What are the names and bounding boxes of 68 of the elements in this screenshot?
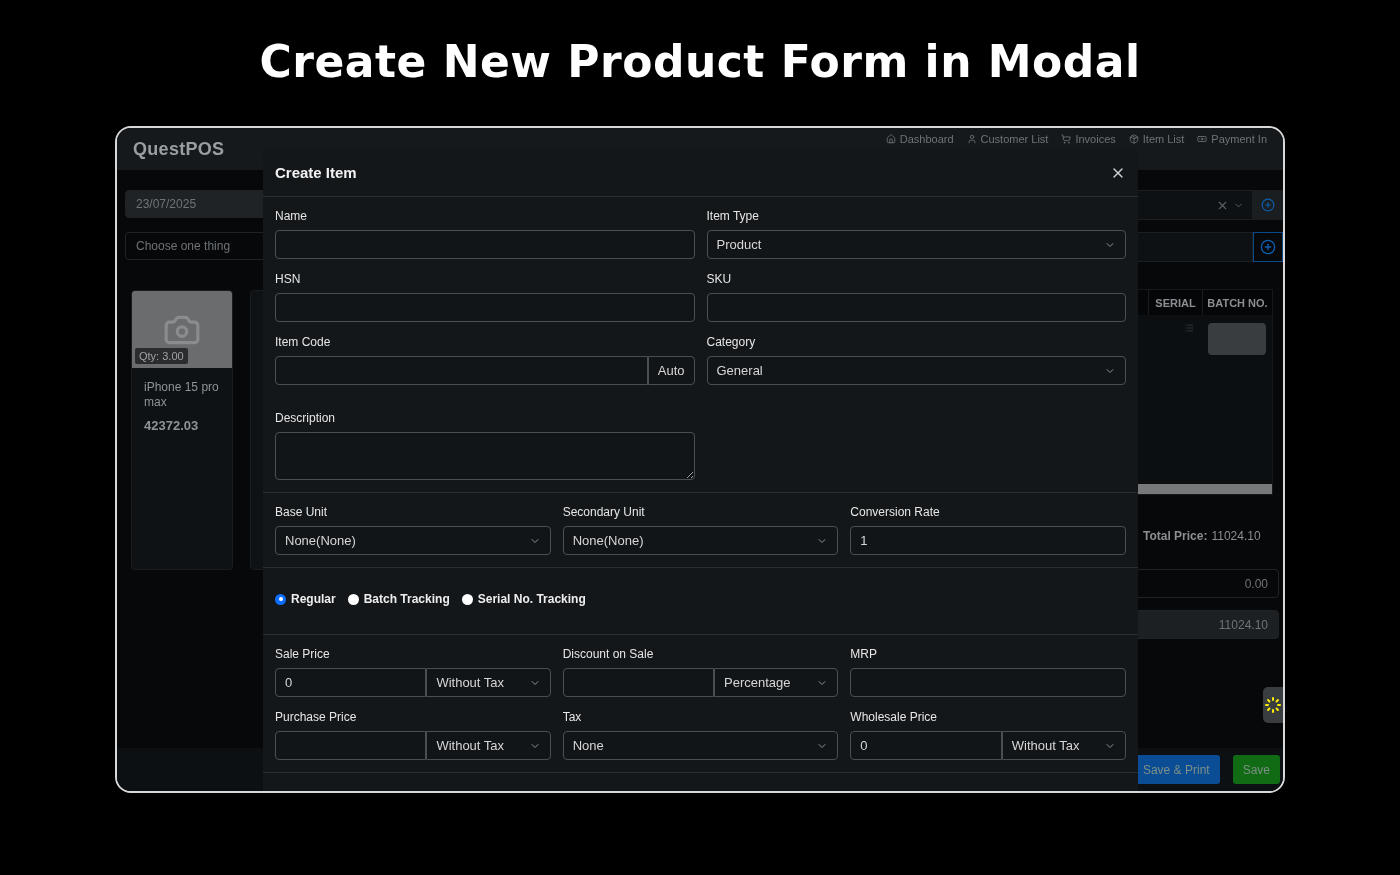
nav-link[interactable]: Dashboard bbox=[885, 133, 954, 145]
nav-link[interactable]: Item List bbox=[1128, 133, 1185, 145]
field-label: SKU bbox=[706, 272, 733, 286]
text-field[interactable]: 0 bbox=[275, 668, 427, 697]
field-label: Name bbox=[275, 209, 308, 223]
text-field[interactable]: 1 bbox=[850, 526, 1126, 555]
plus-icon bbox=[1260, 239, 1276, 255]
product-name: iPhone 15 pro max bbox=[144, 380, 220, 410]
banknote-icon bbox=[1197, 134, 1208, 144]
select-field[interactable]: Without Tax bbox=[1001, 731, 1126, 760]
field-label: Conversion Rate bbox=[850, 505, 941, 519]
text-field[interactable]: 0 bbox=[850, 731, 1002, 760]
nav-link[interactable]: Customer List bbox=[966, 133, 1049, 145]
field-label: Base Unit bbox=[275, 505, 329, 519]
select-field[interactable]: General bbox=[706, 356, 1126, 385]
home-icon bbox=[885, 134, 896, 144]
radio-option[interactable]: Regular bbox=[275, 592, 336, 606]
field-label: Purchase Price bbox=[275, 710, 358, 724]
column-header: BATCH NO. bbox=[1202, 290, 1272, 315]
text-field[interactable] bbox=[275, 293, 695, 322]
select-field[interactable]: Without Tax bbox=[426, 668, 551, 697]
select-field[interactable]: Product bbox=[706, 230, 1126, 259]
brand-name: QuestPOS bbox=[133, 138, 226, 160]
user-icon bbox=[966, 134, 977, 144]
text-field[interactable] bbox=[706, 293, 1126, 322]
text-field[interactable] bbox=[275, 731, 427, 760]
select-field[interactable]: None(None) bbox=[275, 526, 551, 555]
page-title: Create New Product Form in Modal bbox=[259, 35, 1141, 89]
add-button[interactable] bbox=[1253, 232, 1283, 262]
field-label: Item Code bbox=[275, 335, 332, 349]
select-field[interactable]: None bbox=[562, 731, 839, 760]
field-label: Category bbox=[706, 335, 757, 349]
select-field[interactable]: None(None) bbox=[562, 526, 839, 555]
text-field[interactable] bbox=[275, 230, 695, 259]
field-label: Wholesale Price bbox=[850, 710, 939, 724]
box-icon bbox=[1128, 134, 1139, 144]
nav-link[interactable]: Payment In bbox=[1197, 133, 1267, 145]
product-card[interactable]: Qty: 3.00 iPhone 15 pro max 42372.03 bbox=[131, 290, 233, 570]
radio-option[interactable]: Serial No. Tracking bbox=[461, 592, 586, 606]
field-label: Sale Price bbox=[275, 647, 331, 661]
spinner-icon bbox=[1265, 697, 1281, 713]
batch-field[interactable] bbox=[1208, 323, 1266, 355]
help-widget[interactable] bbox=[1263, 687, 1283, 723]
text-field[interactable] bbox=[275, 356, 648, 385]
field-label: Secondary Unit bbox=[562, 505, 646, 519]
field-label: Tax bbox=[562, 710, 583, 724]
auto-button[interactable]: Auto bbox=[647, 356, 695, 385]
plus-icon bbox=[1261, 198, 1275, 212]
nav-link[interactable]: Invoices bbox=[1061, 133, 1116, 145]
qty-badge: Qty: 3.00 bbox=[135, 348, 188, 364]
total-label: Total Price: bbox=[1143, 529, 1208, 543]
textarea-field[interactable] bbox=[275, 432, 695, 480]
product-price: 42372.03 bbox=[144, 418, 200, 433]
field-label: Discount on Sale bbox=[562, 647, 655, 661]
field-label: Description bbox=[275, 411, 337, 425]
total-value: 11024.10 bbox=[1211, 529, 1261, 543]
text-field[interactable] bbox=[562, 668, 715, 697]
select-field[interactable]: Without Tax bbox=[426, 731, 551, 760]
radio-option[interactable]: Batch Tracking bbox=[347, 592, 450, 606]
field-label: HSN bbox=[275, 272, 302, 286]
add-button[interactable] bbox=[1253, 190, 1283, 220]
field-label: Item Type bbox=[706, 209, 760, 223]
cart-icon bbox=[1061, 134, 1072, 144]
field-label: MRP bbox=[850, 647, 878, 661]
text-field[interactable] bbox=[850, 668, 1126, 697]
column-header: SERIAL bbox=[1148, 290, 1202, 315]
select-field[interactable]: Percentage bbox=[714, 668, 839, 697]
modal-title: Create Item bbox=[275, 164, 357, 181]
